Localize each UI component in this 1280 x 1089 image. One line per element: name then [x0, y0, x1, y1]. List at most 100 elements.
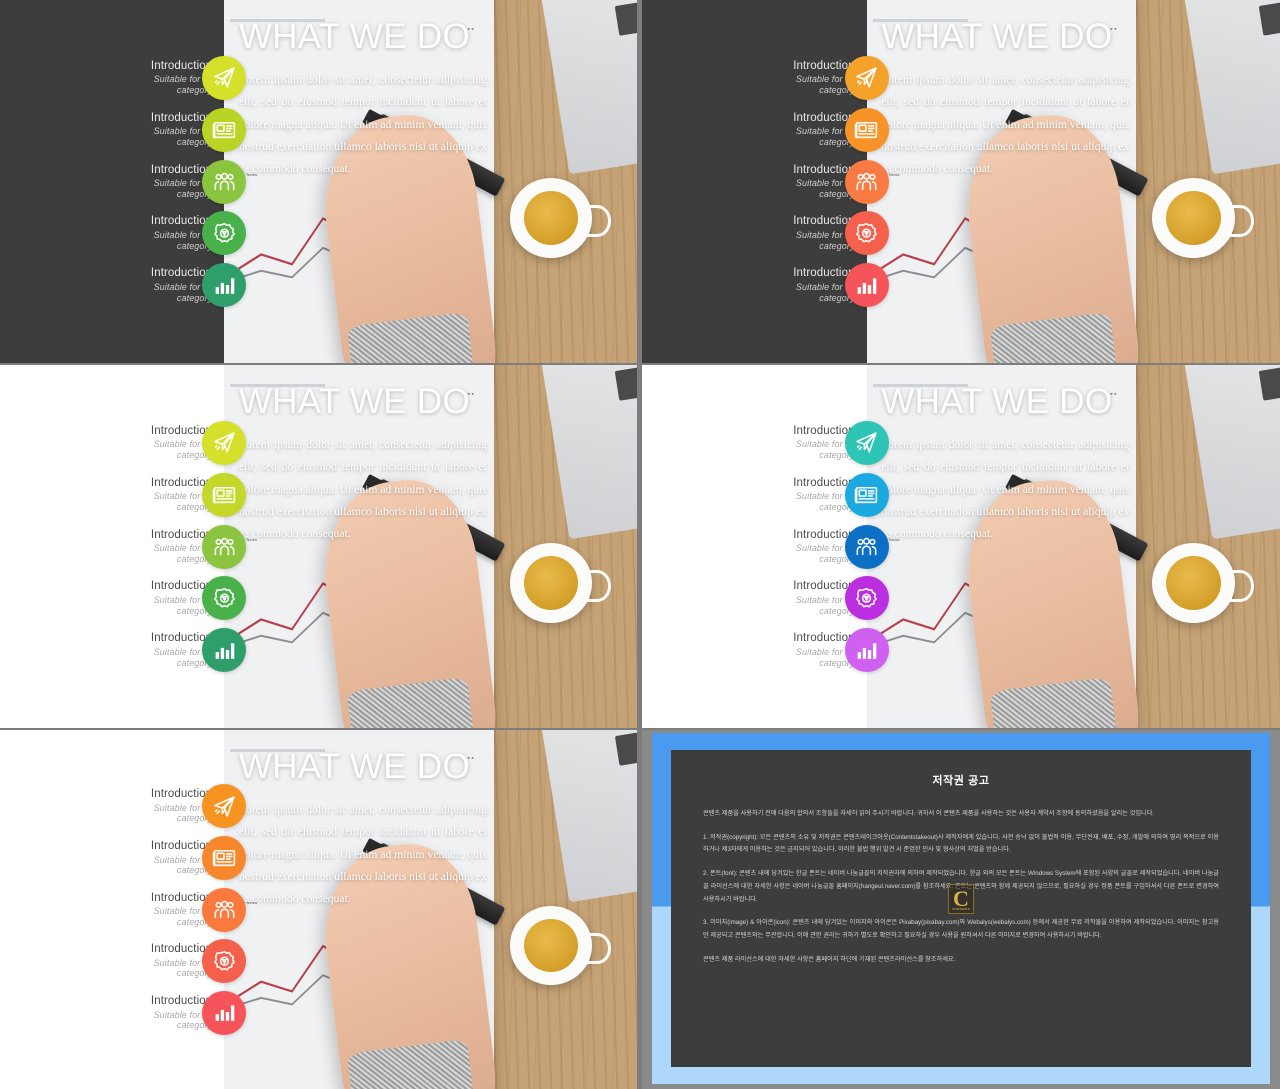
sidebar-item-3[interactable]: IntroductionSuitable for all category	[642, 159, 889, 204]
coffee-cup	[1152, 542, 1254, 623]
slide-1-item-list: IntroductionSuitable for all category Int…	[0, 0, 247, 363]
body-paragraph: Lorem ipsum dolor sit amet, consectetur …	[238, 803, 487, 906]
people-group-icon-bubble[interactable]	[202, 887, 247, 932]
body-paragraph: Lorem ipsum dolor sit amet, consectetur …	[881, 438, 1130, 541]
page-title: WHAT WE DO	[238, 746, 471, 786]
sidebar-item-1[interactable]: IntroductionSuitable for all category	[642, 55, 889, 100]
copyright-paragraph-2: 1. 저작권(copyright): 모든 콘텐츠의 소유 및 저작권은 콘텐츠…	[703, 833, 1219, 854]
sidebar-item-4[interactable]: IntroductionSuitable for all category	[642, 576, 889, 621]
slide-3-light-green[interactable]: ■ ■ ■ Business News IntroductionSuitable…	[0, 365, 637, 728]
copyright-paragraph-5: 콘텐츠 제품 라이선스에 대한 자세한 사항은 홈페이지 하단에 기재된 콘텐츠…	[703, 955, 956, 963]
sidebar-item-2[interactable]: IntroductionSuitable for all category	[0, 107, 247, 152]
paper-plane-icon-bubble[interactable]	[844, 55, 889, 100]
newspaper-icon-bubble[interactable]	[202, 107, 247, 152]
slide-1-content: WHAT WE DO Lorem ipsum dolor sit amet, c…	[239, 18, 612, 180]
slide-1-sidebar: IntroductionSuitable for all category Int…	[0, 0, 247, 363]
gear-badge-icon-bubble[interactable]	[844, 211, 889, 256]
paper-plane-icon	[212, 794, 237, 819]
people-group-icon	[212, 534, 237, 559]
newspaper-icon	[212, 845, 237, 870]
sidebar-item-4[interactable]: IntroductionSuitable for all category	[0, 211, 247, 256]
people-group-icon-bubble[interactable]	[202, 524, 247, 569]
bar-chart-icon	[854, 638, 879, 663]
slide-1-dark-green[interactable]: ■ ■ ■ Business News IntroductionSuitable…	[0, 0, 637, 363]
copyright-paragraph-1: 콘텐츠 제품을 사용하기 전에 다음의 합의서 조항들을 자세히 읽어 주시기 …	[703, 810, 1155, 817]
sidebar-item-3[interactable]: IntroductionSuitable for all category	[0, 524, 247, 569]
sidebar-item-5[interactable]: IntroductionSuitable for all category	[642, 263, 889, 308]
coffee-cup	[509, 905, 611, 985]
slide-thumbnail-grid: ■ ■ ■ Business News IntroductionSuitable…	[0, 0, 1280, 1089]
slide-3-sidebar: IntroductionSuitable for all category Int…	[0, 365, 247, 728]
logo-subtext: CONTENTS	[951, 906, 971, 911]
people-group-icon-bubble[interactable]	[202, 159, 247, 204]
body-paragraph: Lorem ipsum dolor sit amet, consectetur …	[881, 73, 1130, 176]
sidebar-item-2[interactable]: IntroductionSuitable for all category	[0, 835, 247, 880]
gear-badge-icon	[212, 949, 237, 974]
bar-chart-icon	[212, 1000, 237, 1025]
sidebar-item-5[interactable]: IntroductionSuitable for all category	[0, 263, 247, 308]
sidebar-item-1[interactable]: IntroductionSuitable for all category	[0, 784, 247, 829]
slide-3-content: WHAT WE DO Lorem ipsum dolor sit amet, c…	[239, 383, 612, 545]
page-title: WHAT WE DO	[881, 17, 1113, 57]
sidebar-item-2[interactable]: IntroductionSuitable for all category	[642, 107, 889, 152]
paper-plane-icon-bubble[interactable]	[844, 420, 889, 465]
slide-4-content: WHAT WE DO Lorem ipsum dolor sit amet, c…	[881, 383, 1254, 545]
paper-plane-icon-bubble[interactable]	[202, 55, 247, 100]
slide-2-dark-orange[interactable]: ■ ■ ■ Business News IntroductionSuitable…	[642, 0, 1280, 363]
gear-badge-icon-bubble[interactable]	[844, 576, 889, 621]
bar-chart-icon-bubble[interactable]	[844, 628, 889, 673]
sidebar-item-5[interactable]: IntroductionSuitable for all category	[0, 628, 247, 673]
sidebar-item-1[interactable]: IntroductionSuitable for all category	[642, 420, 889, 465]
coffee-cup	[509, 542, 611, 623]
slide-5-light-orange[interactable]: ■ ■ ■ Business News IntroductionSuitable…	[0, 730, 637, 1089]
people-group-icon	[212, 169, 237, 194]
sidebar-item-5[interactable]: IntroductionSuitable for all category	[642, 628, 889, 673]
sidebar-item-3[interactable]: IntroductionSuitable for all category	[642, 524, 889, 569]
bar-chart-icon-bubble[interactable]	[202, 990, 247, 1035]
page-title: WHAT WE DO	[238, 382, 471, 422]
slide-6-copyright[interactable]: 저작권 공고 콘텐츠 제품을 사용하기 전에 다음의 합의서 조항들을 자세히 …	[642, 730, 1280, 1089]
sidebar-item-3[interactable]: IntroductionSuitable for all category	[0, 159, 247, 204]
copyright-frame-border: 저작권 공고 콘텐츠 제품을 사용하기 전에 다음의 합의서 조항들을 자세히 …	[652, 733, 1270, 1084]
bar-chart-icon	[854, 273, 879, 298]
sidebar-item-2[interactable]: IntroductionSuitable for all category	[0, 472, 247, 517]
coffee-cup	[1152, 177, 1254, 258]
slide-5-content: WHAT WE DO Lorem ipsum dolor sit amet, c…	[239, 748, 612, 910]
slide-4-item-list: IntroductionSuitable for all category Int…	[642, 365, 889, 728]
paper-plane-icon	[212, 65, 237, 90]
gear-badge-icon	[854, 221, 879, 246]
slide-2-item-list: IntroductionSuitable for all category Int…	[642, 0, 889, 363]
paper-plane-icon-bubble[interactable]	[202, 420, 247, 465]
sidebar-item-4[interactable]: IntroductionSuitable for all category	[0, 576, 247, 621]
sidebar-item-3[interactable]: IntroductionSuitable for all category	[0, 887, 247, 932]
copyright-inner-panel: 저작권 공고 콘텐츠 제품을 사용하기 전에 다음의 합의서 조항들을 자세히 …	[671, 750, 1251, 1067]
gear-badge-icon	[212, 221, 237, 246]
newspaper-icon-bubble[interactable]	[202, 472, 247, 517]
sidebar-item-1[interactable]: IntroductionSuitable for all category	[0, 420, 247, 465]
people-group-icon-bubble[interactable]	[844, 524, 889, 569]
paper-plane-icon	[854, 430, 879, 455]
bar-chart-icon	[212, 638, 237, 663]
coffee-cup	[509, 177, 611, 258]
gear-badge-icon	[854, 586, 879, 611]
slide-2-sidebar: IntroductionSuitable for all category Int…	[642, 0, 889, 363]
sidebar-item-4[interactable]: IntroductionSuitable for all category	[642, 211, 889, 256]
bar-chart-icon	[212, 273, 237, 298]
slide-5-sidebar: IntroductionSuitable for all category Int…	[0, 730, 247, 1089]
newspaper-icon	[854, 117, 879, 142]
newspaper-icon-bubble[interactable]	[844, 107, 889, 152]
people-group-icon-bubble[interactable]	[844, 159, 889, 204]
sidebar-item-2[interactable]: IntroductionSuitable for all category	[642, 472, 889, 517]
newspaper-icon-bubble[interactable]	[844, 472, 889, 517]
sidebar-item-4[interactable]: IntroductionSuitable for all category	[0, 939, 247, 984]
bar-chart-icon-bubble[interactable]	[844, 263, 889, 308]
slide-4-light-blue[interactable]: ■ ■ ■ Business News IntroductionSuitable…	[642, 365, 1280, 728]
copyright-panel: 저작권 공고 콘텐츠 제품을 사용하기 전에 다음의 합의서 조항들을 자세히 …	[642, 730, 1280, 1089]
slide-3-item-list: IntroductionSuitable for all category Int…	[0, 365, 247, 728]
people-group-icon	[854, 534, 879, 559]
sidebar-item-1[interactable]: IntroductionSuitable for all category	[0, 55, 247, 100]
newspaper-icon-bubble[interactable]	[202, 835, 247, 880]
slide-2-content: WHAT WE DO Lorem ipsum dolor sit amet, c…	[881, 18, 1254, 180]
sidebar-item-5[interactable]: IntroductionSuitable for all category	[0, 990, 247, 1035]
newspaper-icon	[854, 482, 879, 507]
